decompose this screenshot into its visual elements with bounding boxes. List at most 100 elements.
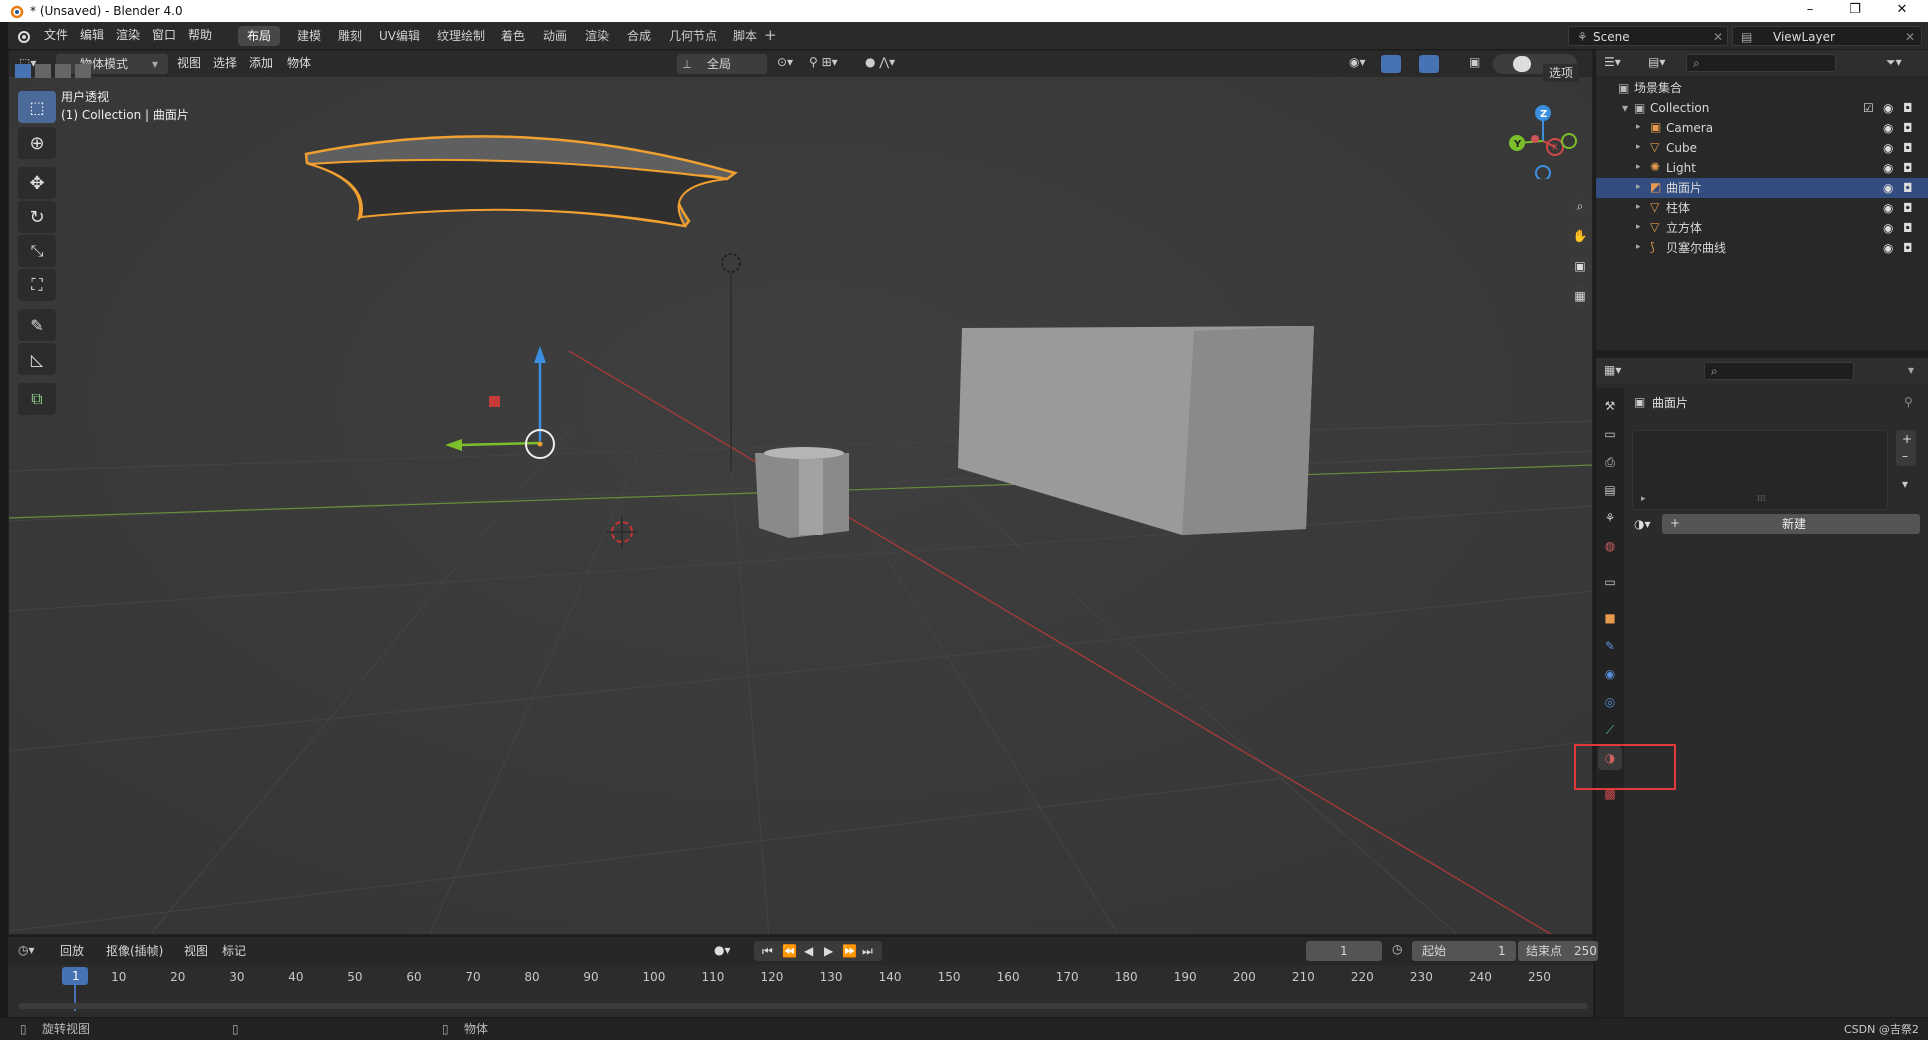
physics-tab[interactable]: ◎ — [1598, 690, 1622, 714]
tab-geometry-nodes[interactable]: 几何节点 — [660, 26, 726, 46]
eye-icon[interactable]: ◉ — [1883, 142, 1893, 154]
viewport-menu-add[interactable]: 添加 — [249, 57, 273, 69]
zoom-button[interactable]: ⌕ — [1567, 193, 1592, 219]
render-camera-icon[interactable]: ◘ — [1903, 122, 1913, 134]
scene-tab[interactable]: ⚘ — [1598, 506, 1622, 530]
expand-arrow-icon[interactable]: ▸ — [1636, 203, 1641, 212]
tab-texture-paint[interactable]: 纹理绘制 — [428, 26, 494, 46]
expand-arrow-icon[interactable]: ▸ — [1641, 495, 1646, 504]
move-tool[interactable]: ✥ — [18, 167, 56, 199]
outliner-item[interactable]: ▸ ⟆ 贝塞尔曲线 ◉ ◘ — [1596, 238, 1928, 258]
menu-window[interactable]: 窗口 — [152, 29, 176, 41]
select-box-tool[interactable]: ⬚ — [18, 91, 56, 123]
options-button[interactable]: 选项 — [1543, 64, 1580, 82]
material-browse-icon[interactable]: ◑▾ — [1634, 518, 1651, 530]
pivot-icon[interactable]: ⊙▾ — [777, 56, 793, 68]
navigation-gizmo[interactable]: Z Y X — [1503, 99, 1583, 179]
scene-selector[interactable]: ⚘ Scene ✕ — [1568, 26, 1728, 46]
visibility-icon[interactable]: ◉▾ — [1349, 56, 1366, 68]
measure-tool[interactable]: ◺ — [18, 343, 56, 375]
resize-handle-icon[interactable]: ⁞⁞⁞ — [1757, 495, 1766, 504]
eye-icon[interactable]: ◉ — [1883, 102, 1893, 114]
minimize-button[interactable]: – — [1790, 2, 1830, 20]
outliner-item[interactable]: ▸ ✺ Light ◉ ◘ — [1596, 158, 1928, 178]
outliner-scene-collection[interactable]: ▣ 场景集合 — [1596, 78, 1928, 98]
menu-edit[interactable]: 编辑 — [80, 29, 104, 41]
render-camera-icon[interactable]: ◘ — [1903, 222, 1913, 234]
properties-search-input[interactable]: ⌕ — [1704, 362, 1854, 380]
tab-animation[interactable]: 动画 — [534, 26, 576, 46]
add-workspace-button[interactable]: + — [764, 28, 777, 43]
transform-orientation[interactable]: ⟂ 全局 — [677, 54, 767, 74]
expand-arrow-icon[interactable]: ▾ — [1622, 102, 1628, 114]
eye-icon[interactable]: ◉ — [1883, 202, 1893, 214]
end-frame-field[interactable]: 结束点 250 — [1518, 941, 1598, 961]
particles-tab[interactable]: ◉ — [1598, 662, 1622, 686]
view-layer-close-icon[interactable]: ✕ — [1905, 31, 1915, 43]
expand-arrow-icon[interactable]: ▸ — [1636, 243, 1641, 252]
select-invert-icon[interactable] — [75, 64, 91, 78]
view-layer-tab[interactable]: ▤ — [1598, 478, 1622, 502]
scale-tool[interactable]: ⤡ — [18, 235, 56, 267]
plus-icon[interactable]: + — [1902, 433, 1912, 445]
menu-render[interactable]: 渲染 — [116, 29, 140, 41]
camera-view-button[interactable]: ▣ — [1567, 253, 1592, 279]
maximize-button[interactable]: ❐ — [1835, 2, 1875, 20]
3d-viewport[interactable]: ⬚▾ 物体模式 ▾ 视图 选择 添加 物体 ⟂ 全局 ⊙▾ ⚲ ⊞▾ ● ⋀▾ … — [8, 50, 1593, 935]
gizmo-toggle-icon[interactable] — [1381, 55, 1401, 73]
tab-layout[interactable]: 布局 — [238, 26, 281, 46]
snap-icon[interactable]: ⚲ ⊞▾ — [809, 56, 838, 68]
select-subtract-icon[interactable] — [55, 64, 71, 78]
outliner-item[interactable]: ▸ ▽ Cube ◉ ◘ — [1596, 138, 1928, 158]
slot-add-remove[interactable]: + – — [1896, 430, 1916, 466]
next-key-icon[interactable]: ⏩ — [842, 945, 857, 957]
current-frame-field[interactable]: 1 — [1306, 941, 1382, 961]
eye-icon[interactable]: ◉ — [1883, 242, 1893, 254]
expand-arrow-icon[interactable]: ▸ — [1636, 123, 1641, 132]
collection-checkbox[interactable]: ☑ — [1863, 102, 1874, 114]
outliner-editor-icon[interactable]: ☰▾ — [1604, 56, 1621, 68]
expand-arrow-icon[interactable]: ▸ — [1636, 143, 1641, 152]
collection-tab[interactable]: ▭ — [1598, 570, 1622, 594]
tab-modeling[interactable]: 建模 — [288, 26, 330, 46]
new-material-button[interactable]: + 新建 — [1662, 514, 1920, 534]
render-camera-icon[interactable]: ◘ — [1903, 182, 1913, 194]
view-layer-selector[interactable]: ▤ ViewLayer ✕ — [1732, 26, 1922, 46]
scene-close-icon[interactable]: ✕ — [1713, 31, 1723, 43]
select-new-icon[interactable] — [15, 64, 31, 78]
rotate-tool[interactable]: ↻ — [18, 201, 56, 233]
blender-menu-icon[interactable] — [14, 28, 32, 44]
viewport-menu-select[interactable]: 选择 — [213, 57, 237, 69]
solid-shading-icon[interactable] — [1513, 56, 1531, 72]
menu-help[interactable]: 帮助 — [188, 29, 212, 41]
expand-arrow-icon[interactable]: ▸ — [1636, 223, 1641, 232]
jump-end-icon[interactable]: ⏭ — [862, 945, 873, 957]
display-mode-icon[interactable]: ▤▾ — [1648, 56, 1665, 68]
eye-icon[interactable]: ◉ — [1883, 122, 1893, 134]
output-tab[interactable]: ⎙ — [1598, 450, 1622, 474]
proportional-edit-icon[interactable]: ● ⋀▾ — [865, 56, 895, 68]
viewport-menu-object[interactable]: 物体 — [287, 57, 311, 69]
prev-key-icon[interactable]: ⏪ — [782, 945, 797, 957]
eye-icon[interactable]: ◉ — [1883, 162, 1893, 174]
tab-scripting[interactable]: 脚本 — [724, 26, 766, 46]
close-button[interactable]: ✕ — [1882, 2, 1922, 20]
tab-uv-editing[interactable]: UV编辑 — [370, 26, 429, 46]
outliner-collection[interactable]: ▾ ▣ Collection ☑ ◉ ◘ — [1596, 98, 1928, 118]
tab-rendering[interactable]: 渲染 — [576, 26, 618, 46]
ortho-toggle-button[interactable]: ▦ — [1567, 283, 1592, 309]
render-camera-icon[interactable]: ◘ — [1903, 142, 1913, 154]
play-reverse-icon[interactable]: ◀ — [804, 945, 813, 957]
expand-arrow-icon[interactable]: ▸ — [1636, 163, 1641, 172]
record-icon[interactable]: ●▾ — [714, 944, 731, 956]
data-tab[interactable]: ⟋ — [1598, 718, 1622, 742]
pin-icon[interactable]: ⚲ — [1904, 396, 1913, 408]
slot-menu-icon[interactable]: ▾ — [1902, 478, 1908, 490]
filter-icon[interactable]: ⏷▾ — [1886, 56, 1902, 68]
menu-file[interactable]: 文件 — [44, 29, 68, 41]
outliner-item[interactable]: ▸ ▣ Camera ◉ ◘ — [1596, 118, 1928, 138]
start-frame-field[interactable]: 起始 1 — [1412, 941, 1516, 961]
properties-editor-icon[interactable]: ▦▾ — [1604, 364, 1621, 376]
jump-start-icon[interactable]: ⏮ — [762, 945, 773, 957]
render-camera-icon[interactable]: ◘ — [1903, 162, 1913, 174]
